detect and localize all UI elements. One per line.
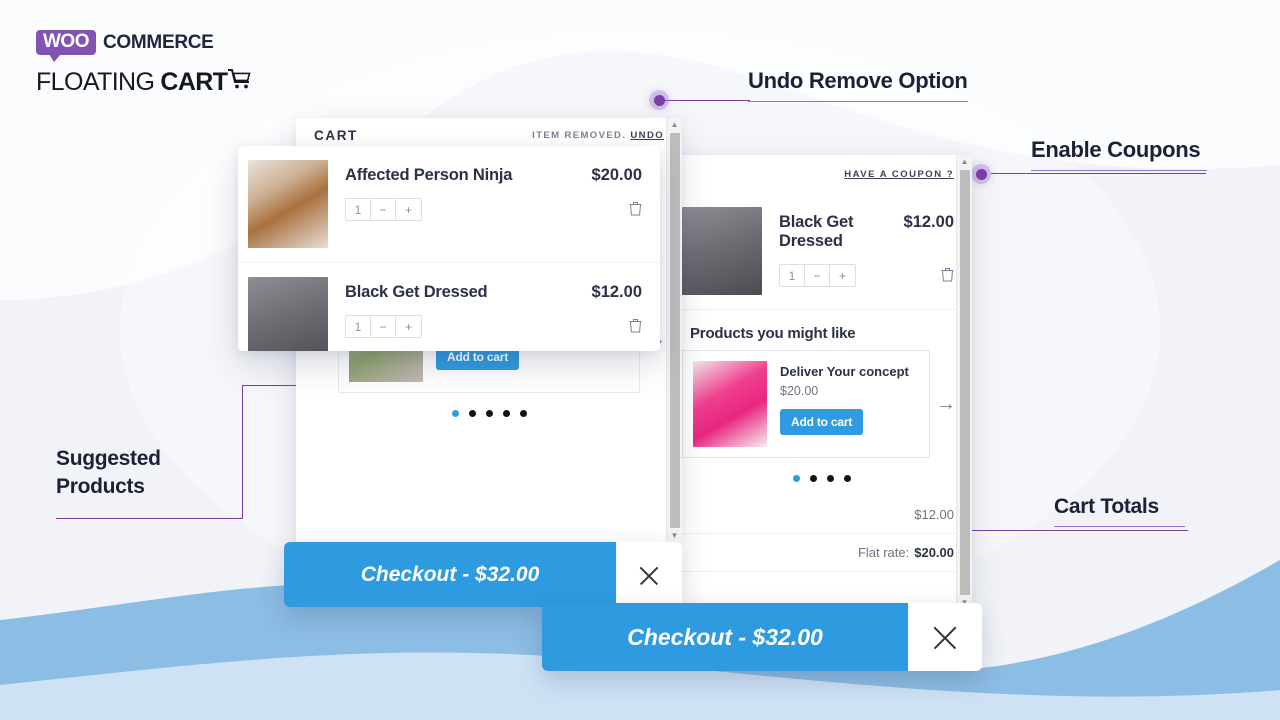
front-carousel-pagination[interactable]: [296, 398, 682, 431]
product-price: $20.00: [591, 166, 642, 184]
callout-cart-totals: Cart Totals: [1054, 495, 1185, 527]
pagination-dot[interactable]: [502, 410, 510, 417]
trash-icon[interactable]: [629, 201, 642, 218]
product-price: $12.00: [903, 213, 954, 231]
back-suggested-carousel: Deliver Your concept $20.00 Add to cart …: [672, 350, 972, 463]
callout-dot-undo: [649, 90, 669, 110]
quantity-value[interactable]: 1: [780, 265, 805, 286]
back-carousel-pagination[interactable]: [672, 463, 972, 496]
quantity-stepper[interactable]: 1 − +: [779, 264, 856, 287]
back-panel-header: HAVE A COUPON ?: [672, 155, 972, 193]
suggested-product-name: Deliver Your concept: [780, 364, 909, 379]
suggested-product-price: $20.00: [780, 384, 819, 398]
product-name: Black Get Dressed: [345, 283, 488, 301]
trash-icon[interactable]: [941, 267, 954, 284]
quantity-value[interactable]: 1: [346, 199, 371, 220]
cart-panel-back: HAVE A COUPON ? Black Get Dressed $12.00…: [672, 155, 972, 610]
scroll-down-arrow[interactable]: ▼: [671, 529, 679, 543]
pagination-dot[interactable]: [468, 410, 476, 417]
callout-enable-coupons: Enable Coupons: [1031, 137, 1207, 171]
totals-label: Flat rate:: [857, 545, 910, 560]
connector-suggested-bottom: [56, 518, 243, 520]
pagination-dot[interactable]: [827, 475, 834, 482]
product-name: Affected Person Ninja: [345, 166, 513, 184]
totals-row-subtotal: $12.00: [672, 496, 972, 534]
callout-suggested-products: Suggested Products: [56, 447, 161, 498]
logo-line-floating-cart: FLOATING CART: [36, 68, 296, 97]
woo-badge: WOO: [36, 30, 96, 62]
scrollbar-thumb[interactable]: [669, 133, 680, 528]
connector-undo: [665, 100, 750, 102]
totals-value: $12.00: [914, 507, 954, 522]
quantity-decrease-button[interactable]: −: [805, 265, 830, 286]
checkout-button[interactable]: Checkout - $32.00: [542, 603, 908, 671]
front-panel-cart-rows: Affected Person Ninja $20.00 1 − + Black…: [238, 146, 660, 351]
brand-logo: WOO COMMERCE FLOATING CART: [36, 30, 296, 97]
quantity-increase-button[interactable]: +: [396, 316, 421, 337]
cart-word: CART: [160, 67, 228, 96]
product-thumbnail-affected-person-ninja: [248, 160, 328, 248]
totals-row-shipping: Flat rate: $20.00: [672, 534, 972, 572]
back-suggested-title: Products you might like: [690, 325, 856, 342]
item-removed-notice: ITEM REMOVED. UNDO: [532, 130, 664, 141]
pagination-dot[interactable]: [793, 475, 800, 482]
product-thumbnail-black-get-dressed: [248, 277, 328, 351]
product-price: $12.00: [591, 283, 642, 301]
scroll-up-arrow[interactable]: ▲: [671, 118, 679, 132]
pagination-dot[interactable]: [485, 410, 493, 417]
have-a-coupon-link[interactable]: HAVE A COUPON ?: [844, 169, 954, 180]
item-removed-text: ITEM REMOVED.: [532, 129, 627, 141]
callout-dot-coupons: [971, 164, 991, 184]
quantity-stepper[interactable]: 1 − +: [345, 198, 422, 221]
checkout-bar-back: Checkout - $32.00: [542, 603, 982, 671]
cart-items-card: Affected Person Ninja $20.00 1 − + Black…: [238, 146, 660, 351]
quantity-decrease-button[interactable]: −: [371, 199, 396, 220]
pagination-dot[interactable]: [519, 410, 527, 417]
table-row: Black Get Dressed $12.00 1 − +: [238, 263, 660, 351]
pagination-dot[interactable]: [810, 475, 817, 482]
product-name: Black Get Dressed: [779, 213, 854, 250]
close-icon: [637, 563, 661, 587]
add-to-cart-button[interactable]: Add to cart: [780, 409, 864, 435]
scroll-up-arrow[interactable]: ▲: [961, 155, 969, 169]
totals-value: $20.00: [914, 545, 954, 560]
connector-coupons: [991, 173, 1206, 175]
close-button[interactable]: [616, 542, 682, 607]
scrollbar[interactable]: ▲ ▼: [666, 118, 682, 543]
back-panel-cart-rows: Black Get Dressed $12.00 1 − +: [672, 193, 972, 310]
undo-link[interactable]: UNDO: [630, 130, 664, 141]
product-thumbnail-black-get-dressed: [682, 207, 762, 295]
pagination-dot[interactable]: [844, 475, 851, 482]
scrollbar[interactable]: ▲ ▼: [956, 155, 972, 610]
scrollbar-thumb[interactable]: [959, 170, 970, 595]
quantity-increase-button[interactable]: +: [830, 265, 855, 286]
commerce-word: COMMERCE: [103, 32, 214, 53]
checkout-button[interactable]: Checkout - $32.00: [284, 542, 616, 607]
cart-icon: [228, 68, 252, 90]
connector-suggested-vertical: [242, 385, 244, 519]
cart-totals-section: $12.00 Flat rate: $20.00 $4.80: [672, 496, 972, 610]
checkout-bar-front: Checkout - $32.00: [284, 542, 682, 607]
pagination-dot[interactable]: [451, 410, 459, 417]
quantity-decrease-button[interactable]: −: [371, 316, 396, 337]
floating-word: FLOATING: [36, 67, 155, 96]
trash-icon[interactable]: [629, 318, 642, 335]
quantity-value[interactable]: 1: [346, 316, 371, 337]
table-row: Affected Person Ninja $20.00 1 − +: [238, 146, 660, 263]
quantity-increase-button[interactable]: +: [396, 199, 421, 220]
suggested-product-card[interactable]: Deliver Your concept $20.00 Add to cart: [682, 350, 930, 458]
logo-line-woocommerce: WOO COMMERCE: [36, 30, 296, 62]
quantity-stepper[interactable]: 1 − +: [345, 315, 422, 338]
cart-header-title: CART: [314, 127, 358, 143]
table-row: Black Get Dressed $12.00 1 − +: [672, 193, 972, 310]
close-icon: [930, 622, 960, 652]
product-thumbnail-deliver-your-concept: [693, 361, 767, 447]
close-button[interactable]: [908, 603, 982, 671]
callout-undo-remove-option: Undo Remove Option: [748, 68, 968, 102]
